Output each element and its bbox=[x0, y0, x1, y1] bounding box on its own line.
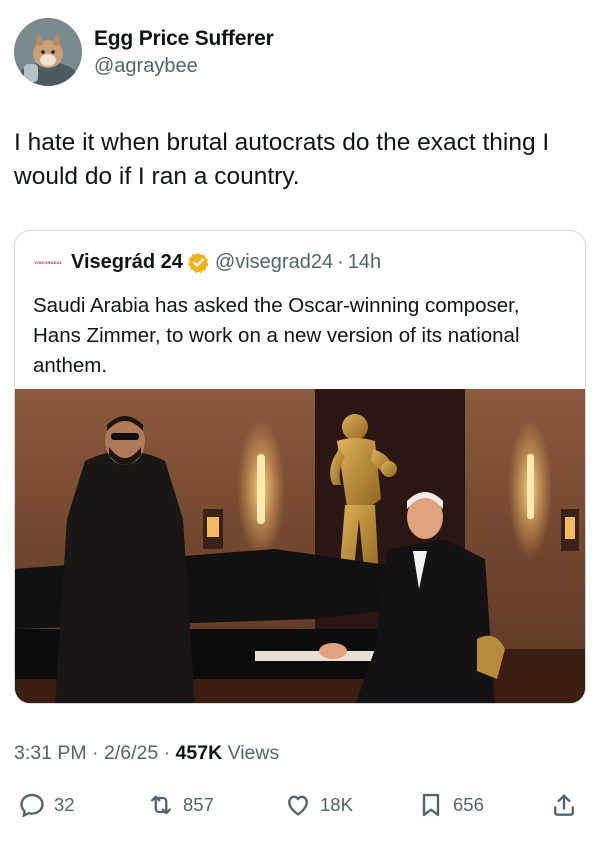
quoted-time[interactable]: 14h bbox=[348, 251, 381, 274]
bookmark-button[interactable]: 656 bbox=[417, 788, 484, 822]
like-count: 18K bbox=[320, 794, 353, 815]
quoted-separator: · bbox=[337, 251, 344, 273]
reply-icon bbox=[20, 793, 44, 818]
quoted-tweet-card[interactable]: VISEGRÁD24 Visegrád 24 @visegrad24 · 14h… bbox=[14, 230, 586, 704]
meta-separator: · bbox=[158, 742, 176, 764]
reply-count: 32 bbox=[54, 794, 75, 815]
reply-button[interactable]: 32 bbox=[18, 788, 75, 822]
quoted-display-name[interactable]: Visegrád 24 bbox=[71, 251, 183, 274]
share-icon bbox=[554, 794, 574, 816]
tweet-text: I hate it when brutal autocrats do the e… bbox=[14, 129, 550, 190]
repost-button[interactable]: 857 bbox=[147, 788, 214, 822]
author-handle[interactable]: @agraybee bbox=[94, 55, 274, 78]
tweet-time[interactable]: 3:31 PM bbox=[14, 742, 87, 764]
tweet-meta: 3:31 PM · 2/6/25 · 457K Views bbox=[14, 742, 279, 765]
share-button[interactable] bbox=[550, 788, 578, 822]
tweet-header: Egg Price Sufferer @agraybee bbox=[14, 18, 274, 86]
cat-avatar-icon[interactable] bbox=[14, 18, 82, 86]
views-label: Views bbox=[222, 742, 280, 764]
author-display-name[interactable]: Egg Price Sufferer bbox=[94, 27, 274, 51]
quoted-handle[interactable]: @visegrad24 bbox=[215, 251, 333, 274]
visegrad-logo[interactable]: VISEGRÁD24 bbox=[33, 256, 63, 270]
gold-verified-badge-icon bbox=[187, 252, 209, 274]
quoted-tweet-text: Saudi Arabia has asked the Oscar-winning… bbox=[33, 294, 520, 377]
action-bar: 32 857 18K 656 bbox=[0, 788, 600, 822]
quoted-photo[interactable] bbox=[15, 389, 585, 703]
bookmark-count: 656 bbox=[453, 794, 484, 815]
views-count[interactable]: 457K bbox=[176, 742, 223, 764]
heart-icon bbox=[288, 795, 308, 816]
bookmark-icon bbox=[422, 793, 440, 817]
meta-separator: · bbox=[86, 742, 104, 764]
photo-two-men-grand-piano bbox=[15, 389, 585, 703]
like-button[interactable]: 18K bbox=[284, 788, 353, 822]
tweet-date[interactable]: 2/6/25 bbox=[104, 742, 158, 764]
quoted-tweet-header: VISEGRÁD24 Visegrád 24 @visegrad24 · 14h bbox=[33, 251, 381, 274]
repost-icon bbox=[151, 795, 171, 815]
repost-count: 857 bbox=[183, 794, 214, 815]
